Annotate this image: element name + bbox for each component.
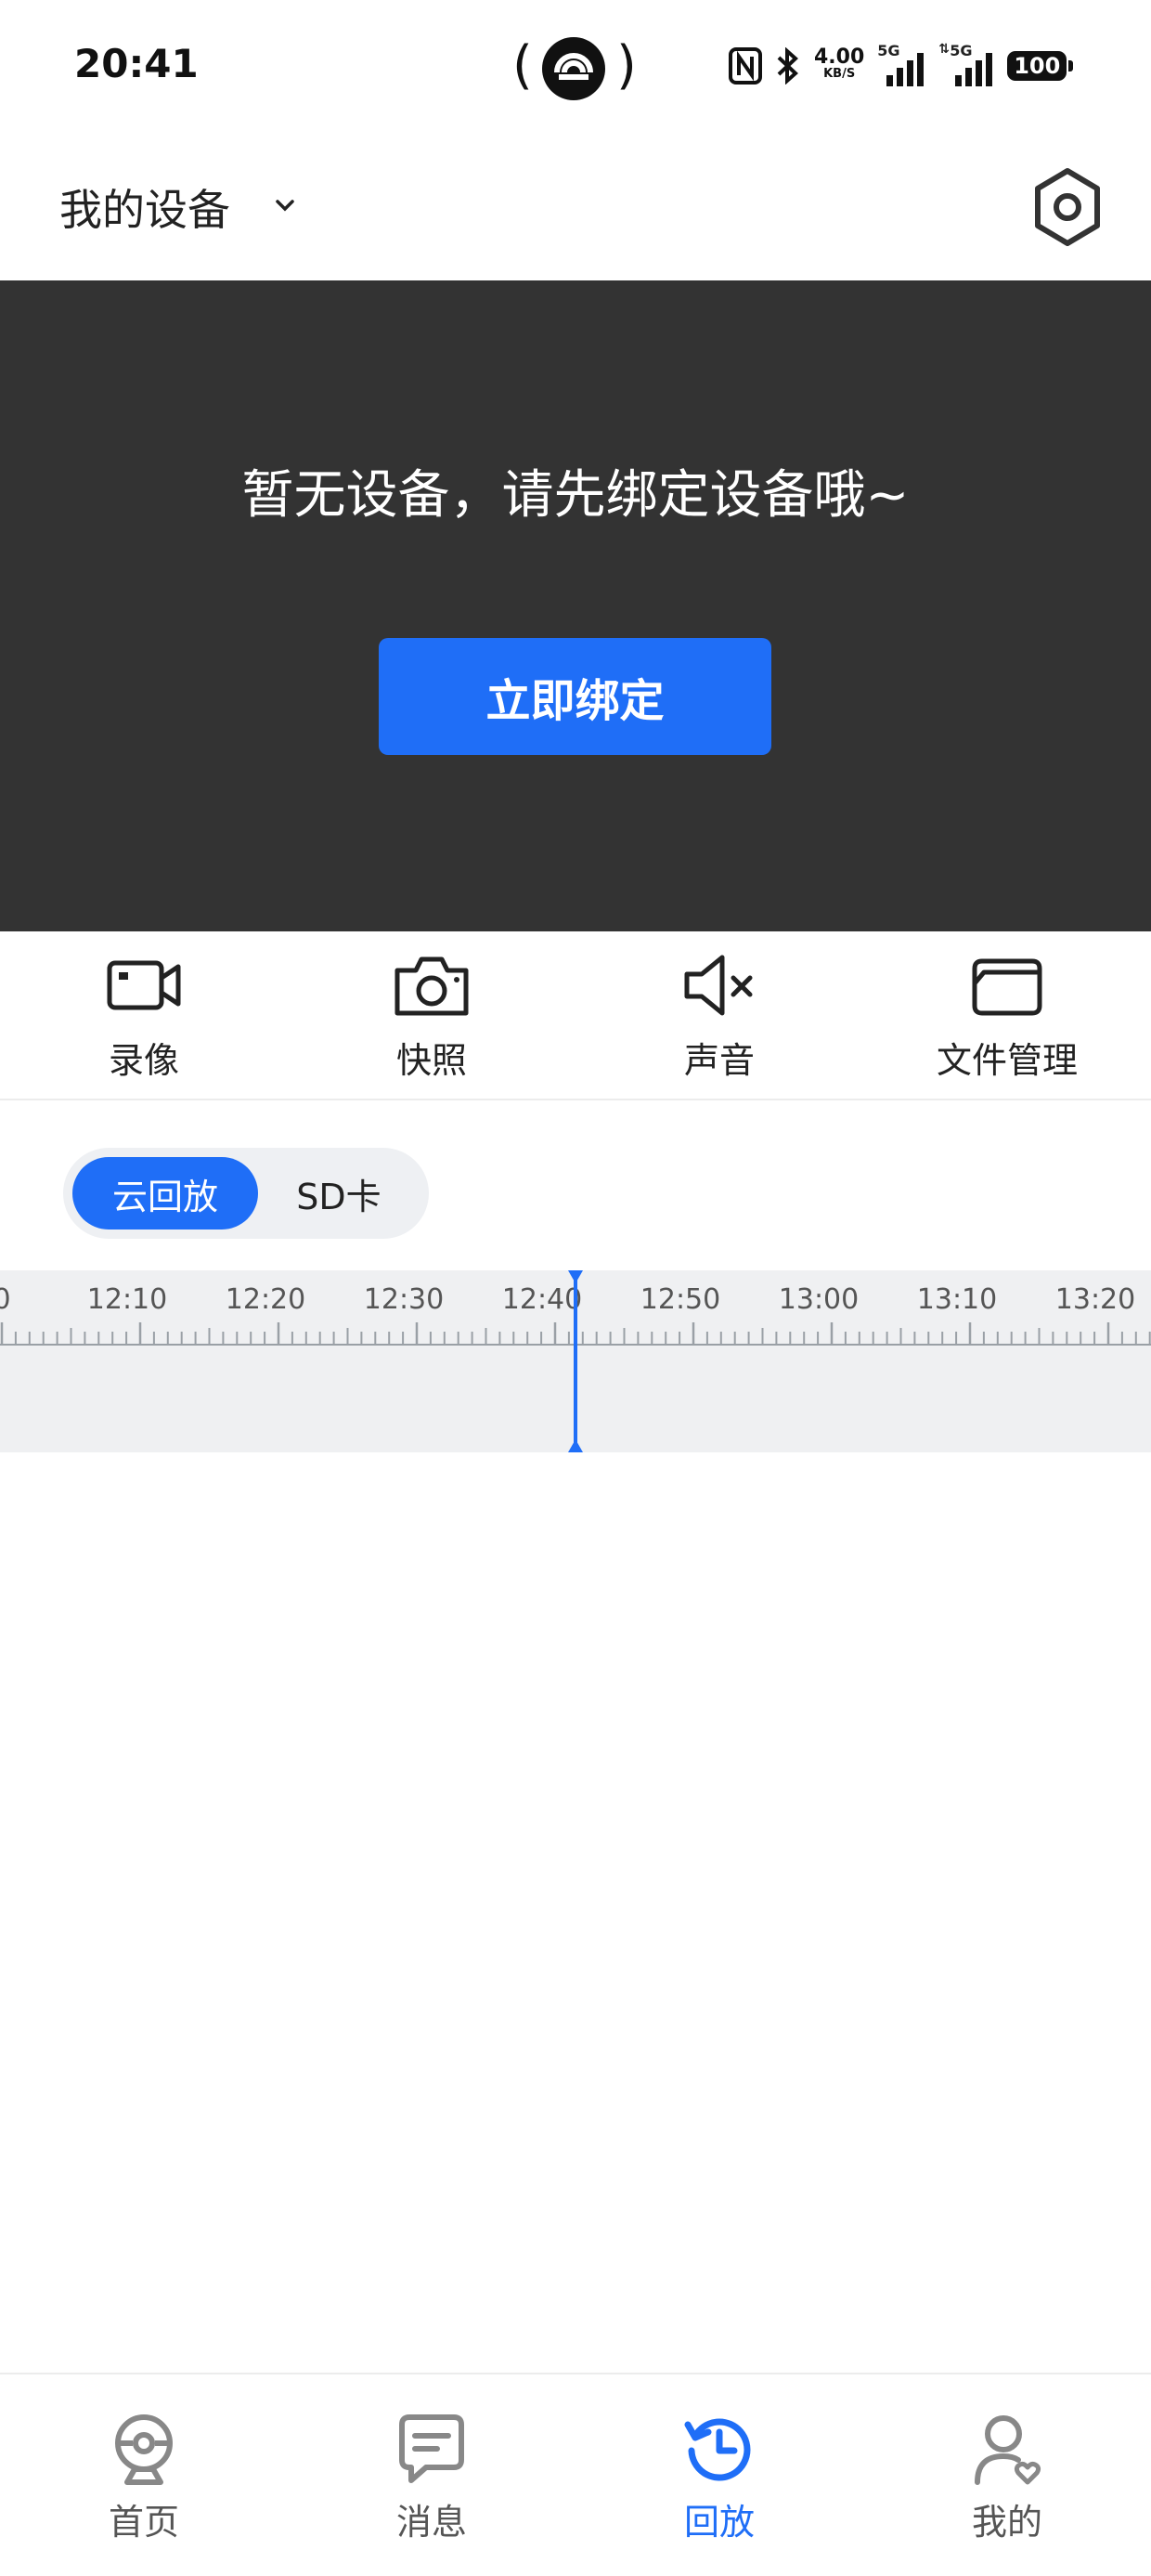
- tick-label: 12:10: [86, 1283, 168, 1316]
- bind-now-button[interactable]: 立即绑定: [379, 638, 771, 755]
- signal-icon: [955, 53, 993, 86]
- playback-source-toggle: 云回放 SD卡: [63, 1148, 429, 1239]
- nav-label: 回放: [683, 2502, 755, 2543]
- tick-label: 13:10: [916, 1283, 998, 1316]
- signal-1: 5G: [877, 42, 925, 86]
- bluetooth-icon: [777, 47, 798, 85]
- tool-label: 录像: [108, 1040, 179, 1081]
- tool-bar: 录像 快照 声音 文件管理: [0, 931, 1151, 1100]
- tick-label: 12:50: [640, 1283, 721, 1316]
- hotspot-icon: [542, 37, 605, 100]
- message-icon: [399, 2414, 464, 2483]
- battery-level: 100: [1014, 53, 1061, 79]
- tool-label: 声音: [683, 1040, 755, 1081]
- status-icons: 4.00 KB/S 5G ⇅ 5G 100: [729, 42, 1074, 87]
- tool-label: 快照: [395, 1040, 467, 1081]
- history-icon: [684, 2418, 751, 2481]
- nav-mine[interactable]: 我的: [914, 2412, 1100, 2544]
- net-speed: 4.00 KB/S: [814, 47, 864, 83]
- battery-icon: 100: [1007, 51, 1074, 81]
- cursor-top-arrow-icon: [568, 1270, 583, 1283]
- header: 我的设备: [0, 139, 1151, 280]
- tick-label: 12:30: [363, 1283, 445, 1316]
- nav-label: 我的: [971, 2502, 1042, 2543]
- signal-icon: [886, 53, 925, 86]
- nav-label: 消息: [395, 2502, 467, 2543]
- file-manage-button[interactable]: 文件管理: [905, 950, 1109, 1083]
- device-selector-title[interactable]: 我的设备: [59, 176, 230, 238]
- nav-playback[interactable]: 回放: [627, 2412, 812, 2544]
- sound-button[interactable]: 声音: [617, 950, 821, 1083]
- video-camera-icon: [107, 960, 181, 1010]
- tab-sd-card[interactable]: SD卡: [258, 1157, 420, 1229]
- cursor-bottom-arrow-icon: [568, 1439, 583, 1452]
- bottom-nav: 首页 消息 回放 我的: [0, 2373, 1151, 2576]
- hotspot-indicator: ( ): [512, 32, 642, 106]
- signal-2: ⇅ 5G: [938, 42, 994, 86]
- tick-label: 12:40: [501, 1283, 583, 1316]
- chevron-down-icon[interactable]: [271, 191, 299, 219]
- nav-home[interactable]: 首页: [51, 2412, 237, 2544]
- snapshot-button[interactable]: 快照: [330, 950, 534, 1083]
- tick-label: 0: [0, 1283, 11, 1316]
- folder-icon: [972, 958, 1042, 1016]
- speaker-mute-icon: [684, 955, 753, 1016]
- nfc-icon: [729, 47, 762, 85]
- video-panel: 暂无设备，请先绑定设备哦~ 立即绑定: [0, 280, 1151, 931]
- tab-cloud-playback[interactable]: 云回放: [72, 1157, 258, 1229]
- paren-left-icon: (: [512, 35, 533, 96]
- status-time: 20:41: [74, 41, 199, 86]
- record-button[interactable]: 录像: [42, 950, 246, 1083]
- tick-label: 12:20: [225, 1283, 306, 1316]
- status-bar: 20:41 ( ) 4.00 KB/S 5G ⇅ 5G 100: [0, 0, 1151, 139]
- user-icon: [975, 2415, 1041, 2485]
- camera-icon: [394, 956, 469, 1016]
- empty-device-message: 暂无设备，请先绑定设备哦~: [241, 465, 910, 526]
- timeline-cursor[interactable]: [574, 1270, 577, 1452]
- settings-hex-icon[interactable]: [1030, 165, 1105, 249]
- nav-messages[interactable]: 消息: [339, 2412, 524, 2544]
- tick-label: 13:20: [1054, 1283, 1136, 1316]
- playback-timeline[interactable]: 0 12:10 12:20 12:30 12:40 12:50 13:00 13…: [0, 1270, 1151, 1452]
- paren-right-icon: ): [616, 35, 637, 96]
- nav-label: 首页: [108, 2502, 179, 2543]
- tool-label: 文件管理: [936, 1040, 1078, 1081]
- tick-label: 13:00: [778, 1283, 860, 1316]
- webcam-icon: [115, 2414, 173, 2485]
